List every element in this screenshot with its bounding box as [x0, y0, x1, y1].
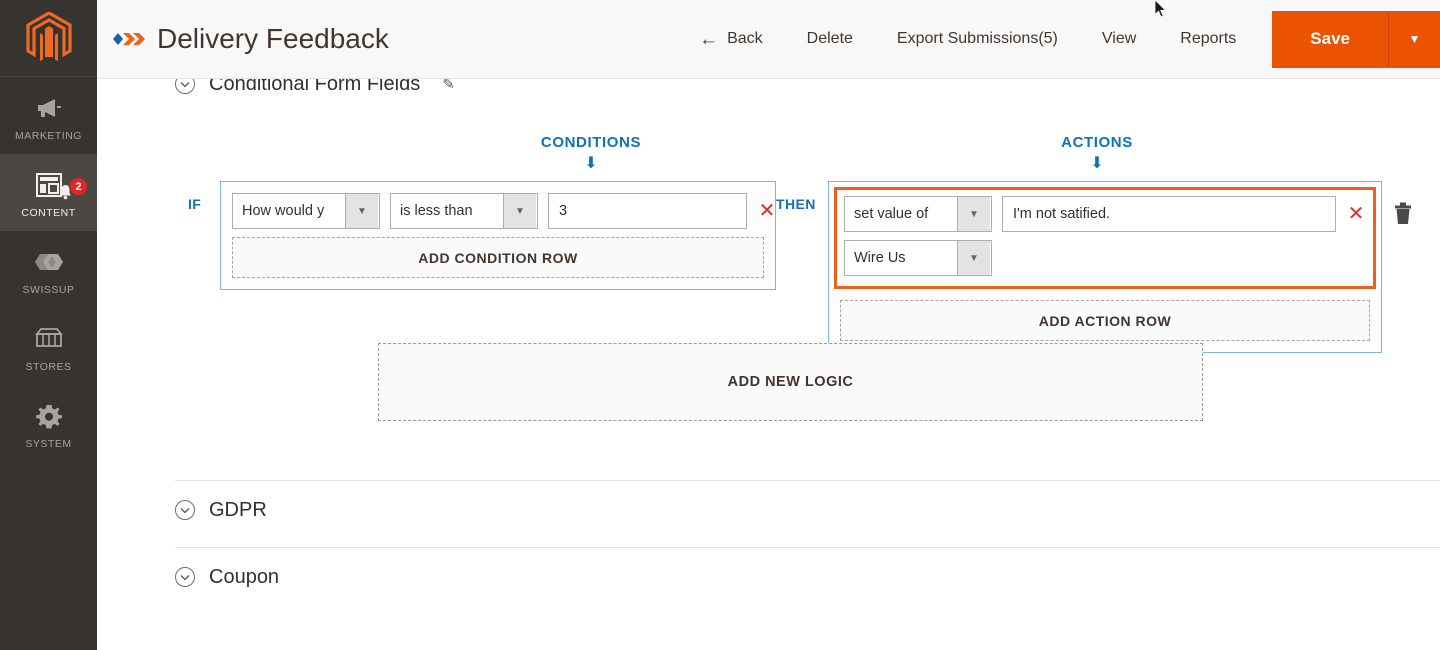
section-title: GDPR — [209, 498, 267, 521]
notifications-badge: 2 — [70, 178, 87, 195]
conditions-panel: How would y ▼ is less than ▼ 3 ✕ ADD CON… — [220, 181, 776, 290]
section-header-coupon[interactable]: Coupon — [97, 549, 1440, 605]
logic-column-headings: CONDITIONS ⬇ ACTIONS ⬇ — [97, 112, 1440, 172]
sidebar-item-label: CONTENT — [21, 207, 76, 219]
magento-logo-button[interactable] — [0, 0, 97, 77]
add-condition-row-button[interactable]: ADD CONDITION ROW — [232, 237, 764, 278]
caret-down-icon: ▼ — [957, 197, 990, 231]
divider — [175, 480, 1440, 481]
swissup-hexagons-icon — [29, 245, 69, 279]
divider — [175, 547, 1440, 548]
actions-heading: ACTIONS — [1061, 134, 1133, 151]
page-title-group: Delivery Feedback — [107, 23, 389, 55]
circle-chevron-icon — [175, 567, 195, 587]
circle-chevron-icon — [175, 500, 195, 520]
condition-value-input[interactable]: 3 — [548, 193, 747, 229]
action-target-row: Wire Us ▼ — [844, 240, 1366, 276]
then-label: THEN — [776, 196, 816, 212]
sidebar-item-marketing[interactable]: MARKETING — [0, 77, 97, 154]
arrow-down-icon-actions: ⬇ — [1090, 155, 1104, 172]
remove-action-row-icon[interactable]: ✕ — [1346, 204, 1366, 224]
back-label: Back — [727, 30, 763, 47]
magento-logo-icon — [25, 12, 72, 61]
add-new-logic-button[interactable]: ADD NEW LOGIC — [378, 343, 1203, 421]
back-button[interactable]: ← Back — [677, 30, 785, 49]
storefront-icon — [34, 322, 64, 356]
section-title: Coupon — [209, 565, 280, 588]
actions-panel: set value of ▼ I'm not satified. ✕ Wire … — [828, 181, 1382, 353]
admin-sidebar: MARKETING 2 CONTENT SWISSUP STORES SYSTE… — [0, 0, 97, 650]
action-type-select[interactable]: set value of ▼ — [844, 196, 992, 232]
action-type-value: set value of — [854, 206, 929, 222]
action-target-select[interactable]: Wire Us ▼ — [844, 240, 992, 276]
save-split-button: Save ▼ — [1272, 10, 1440, 68]
sidebar-item-label: SYSTEM — [25, 438, 72, 450]
caret-down-icon: ▼ — [957, 241, 990, 275]
save-dropdown-caret-icon[interactable]: ▼ — [1388, 10, 1440, 68]
delete-button[interactable]: Delete — [785, 30, 875, 48]
add-action-row-button[interactable]: ADD ACTION ROW — [840, 300, 1370, 341]
export-submissions-button[interactable]: Export Submissions(5) — [875, 30, 1080, 48]
sidebar-item-content[interactable]: 2 CONTENT — [0, 154, 97, 231]
save-button[interactable]: Save — [1272, 10, 1388, 68]
swissup-chevrons-icon — [113, 33, 145, 45]
page-title: Delivery Feedback — [157, 23, 389, 54]
conditions-rows: How would y ▼ is less than ▼ 3 ✕ — [221, 182, 775, 229]
delete-logic-rule-button[interactable] — [1393, 202, 1413, 230]
header-actions: ← Back Delete Export Submissions(5) View… — [677, 0, 1440, 79]
remove-condition-row-icon[interactable]: ✕ — [757, 201, 777, 221]
caret-down-icon: ▼ — [345, 194, 378, 228]
condition-operator-value: is less than — [400, 203, 473, 219]
sidebar-item-label: MARKETING — [15, 130, 82, 142]
trash-icon — [1395, 202, 1411, 224]
view-button[interactable]: View — [1080, 30, 1158, 48]
sidebar-item-stores[interactable]: STORES — [0, 308, 97, 385]
condition-operator-select[interactable]: is less than ▼ — [390, 193, 538, 229]
sidebar-item-label: STORES — [25, 361, 72, 373]
arrow-left-icon: ← — [699, 28, 719, 50]
gear-icon — [35, 399, 63, 433]
condition-field-value: How would y — [242, 203, 325, 219]
section-header-gdpr[interactable]: GDPR — [97, 482, 1440, 538]
conditions-heading: CONDITIONS — [540, 134, 642, 151]
arrow-down-icon-conditions: ⬇ — [584, 155, 598, 172]
action-target-value: Wire Us — [854, 250, 906, 266]
action-row: set value of ▼ I'm not satified. ✕ — [844, 196, 1366, 232]
sidebar-item-label: SWISSUP — [22, 284, 75, 296]
sidebar-item-system[interactable]: SYSTEM — [0, 385, 97, 462]
main-content-area: Conditional Form Fields ✎ CONDITIONS ⬇ A… — [97, 0, 1440, 650]
megaphone-icon — [35, 91, 63, 125]
sidebar-item-swissup[interactable]: SWISSUP — [0, 231, 97, 308]
action-value-input[interactable]: I'm not satified. — [1002, 196, 1336, 232]
reports-button[interactable]: Reports — [1158, 30, 1258, 48]
caret-down-icon: ▼ — [503, 194, 536, 228]
condition-row: How would y ▼ is less than ▼ 3 ✕ — [232, 193, 775, 229]
if-label: IF — [188, 196, 202, 212]
page-header: Delivery Feedback ← Back Delete Export S… — [97, 0, 1440, 79]
logic-rule-row: IF How would y ▼ is less than ▼ 3 ✕ ADD … — [97, 172, 1440, 357]
actions-highlight-box: set value of ▼ I'm not satified. ✕ Wire … — [834, 187, 1376, 289]
app-root: Conditional Form Fields ✎ CONDITIONS ⬇ A… — [0, 0, 1440, 650]
condition-field-select[interactable]: How would y ▼ — [232, 193, 380, 229]
